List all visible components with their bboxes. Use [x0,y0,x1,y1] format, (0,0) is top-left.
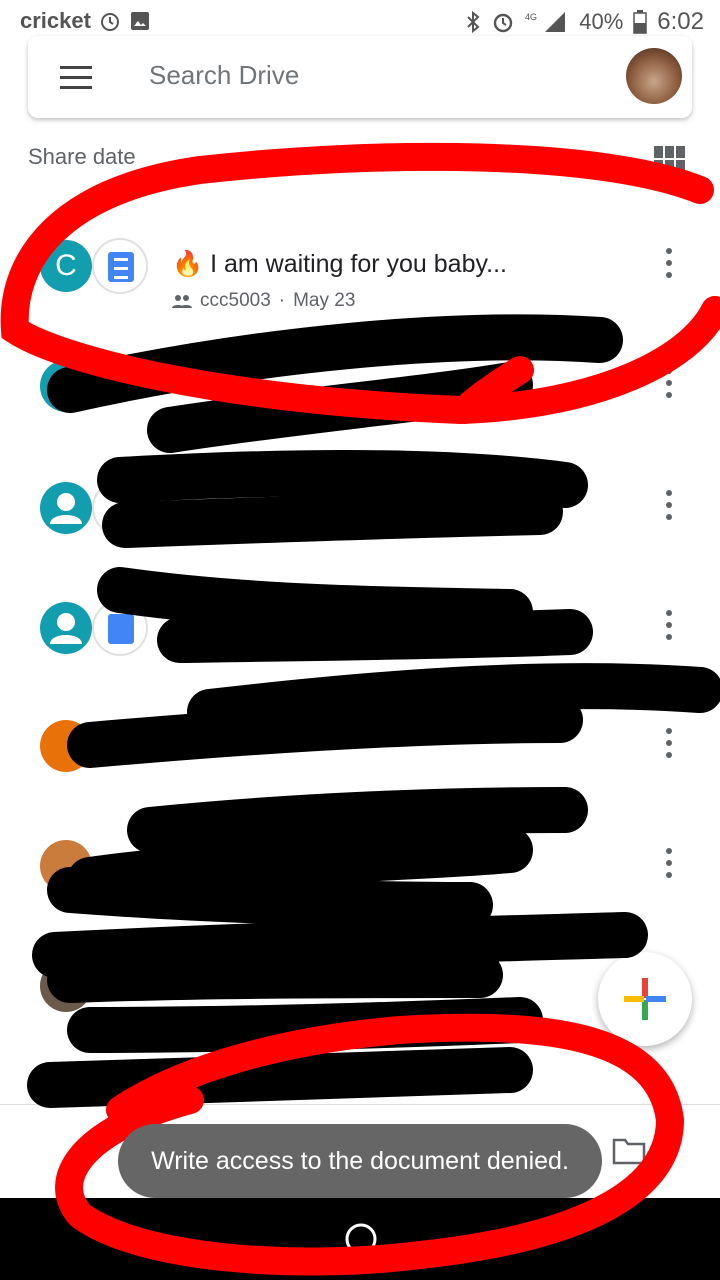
file-row[interactable] [0,690,720,810]
file-title: 🔥 I am waiting for you baby... [172,250,507,278]
file-row[interactable] [0,810,720,930]
alarm-icon-right [494,13,513,33]
carrier-name: cricket [20,8,91,33]
owner-avatar [40,720,92,772]
menu-icon[interactable] [60,66,92,90]
file-type-badge [92,600,148,656]
person-avatar-icon [40,482,92,534]
plus-icon [624,978,666,1020]
file-date: May 23 [293,290,356,311]
battery-icon [633,10,648,34]
sort-selector[interactable]: Share date [28,144,136,170]
system-navigation-bar [0,1198,720,1280]
owner-avatar: C [40,240,92,292]
svg-text:4G: 4G [525,12,537,22]
file-meta: ccc5003 · May 23 [172,290,355,312]
file-row[interactable] [0,452,720,572]
owner-avatar [40,360,92,412]
file-type-badge [92,480,148,536]
more-options-icon[interactable] [664,490,674,524]
docs-icon [108,252,134,282]
more-options-icon[interactable] [664,368,674,402]
owner-avatar [40,840,92,892]
grid-view-icon[interactable] [654,146,686,172]
new-file-button[interactable] [598,952,692,1046]
file-row[interactable]: C 🔥 I am waiting for you baby... ccc5003… [0,210,720,330]
docs-icon [108,614,134,644]
home-button-icon[interactable] [344,1222,378,1256]
meta-separator: · [278,290,286,311]
file-row[interactable] [0,330,720,450]
sort-label: Share date [28,144,136,169]
more-options-icon[interactable] [664,248,674,282]
more-options-icon[interactable] [664,728,674,762]
person-avatar-icon [40,602,92,654]
folder-icon[interactable] [612,1137,646,1165]
more-options-icon[interactable] [664,848,674,882]
more-options-icon[interactable] [664,610,674,644]
search-bar[interactable]: Search Drive [28,36,692,118]
file-owner: ccc5003 [200,290,271,311]
battery-level: 40% [579,9,624,34]
bluetooth-icon [467,10,480,34]
file-type-badge [92,238,148,294]
owner-avatar [40,960,92,1012]
snackbar-toast: Write access to the document denied. [118,1124,602,1198]
file-row[interactable] [0,572,720,692]
signal-icon: 4G [525,12,566,32]
search-input[interactable]: Search Drive [149,60,299,91]
account-avatar[interactable] [626,48,682,104]
shared-people-icon [172,295,192,308]
clock-time: 6:02 [657,8,704,35]
image-icon [130,12,149,30]
alarm-icon [100,13,119,31]
